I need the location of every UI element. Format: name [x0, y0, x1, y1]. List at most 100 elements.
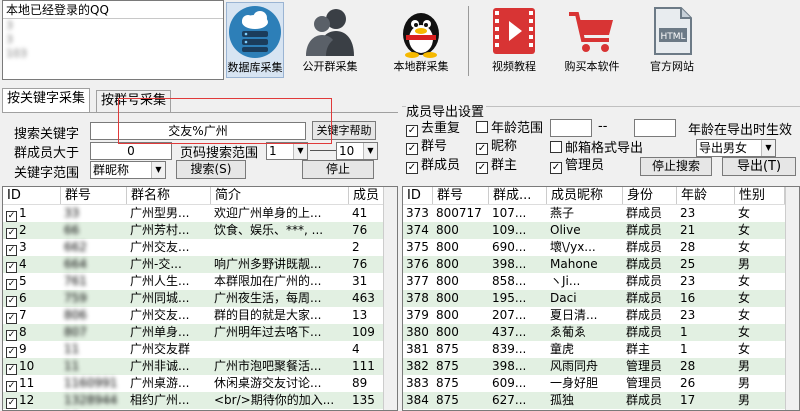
- column-header-member-nickname[interactable]: 成员昵称: [547, 187, 623, 204]
- table-row[interactable]: ✓ 9 11 广州交友群 4: [3, 341, 397, 358]
- row-checkbox[interactable]: ✓: [6, 279, 17, 290]
- age-max-input[interactable]: [634, 119, 676, 137]
- table-row[interactable]: 374 800 109... Olive 群成员 21 女: [403, 222, 799, 239]
- cell-age: 28: [680, 240, 696, 254]
- gender-export-select[interactable]: 导出男女 ▼: [696, 139, 776, 157]
- tab-keyword-collect[interactable]: 按关键字采集: [2, 88, 91, 113]
- checkbox-checked-icon: ✓: [406, 125, 418, 137]
- table-row[interactable]: 376 800 398... Mahone 群成员 25 男: [403, 256, 799, 273]
- range-dash: [310, 150, 336, 151]
- row-checkbox[interactable]: ✓: [6, 245, 17, 256]
- table-row[interactable]: ✓ 4 664 广州-交... 响广州多野讲既靓... 76: [3, 256, 397, 273]
- buy-software-button[interactable]: 购买本软件: [560, 2, 624, 78]
- table-row[interactable]: 383 875 609... 一身好胆 管理员 26 男: [403, 375, 799, 392]
- page-range-label: 页码搜索范围: [180, 146, 259, 161]
- row-checkbox[interactable]: ✓: [6, 330, 17, 341]
- row-checkbox[interactable]: ✓: [6, 398, 17, 409]
- qq-list-item[interactable]: 103: [3, 47, 223, 61]
- row-checkbox[interactable]: ✓: [6, 296, 17, 307]
- column-header-group-number[interactable]: 群号: [433, 187, 489, 204]
- table-row[interactable]: 375 800 690... 壞\/yx... 群成员 28 女: [403, 239, 799, 256]
- nickname-checkbox[interactable]: ✓ 昵称: [476, 139, 517, 155]
- dedupe-checkbox[interactable]: ✓ 去重复: [406, 121, 460, 137]
- member-table[interactable]: ID 群号 群成... 成员昵称 身份 年龄 性别 373 800717 107..…: [402, 186, 800, 411]
- row-checkbox[interactable]: ✓: [6, 347, 17, 358]
- owner-checkbox[interactable]: ✓ 群主: [476, 158, 517, 174]
- row-checkbox[interactable]: ✓: [6, 364, 17, 375]
- table-row[interactable]: 379 800 207... 夏日清... 群成员 23 女: [403, 307, 799, 324]
- table-row[interactable]: ✓ 6 759 广州同城... 广州夜生活，每周... 463: [3, 290, 397, 307]
- page-to-select[interactable]: 10 ▼: [336, 142, 378, 160]
- age-range-checkbox[interactable]: 年龄范围: [476, 121, 543, 137]
- public-group-collect-button[interactable]: 公开群采集: [294, 2, 366, 78]
- qq-list-header: 本地已经登录的QQ: [3, 1, 223, 19]
- local-group-collect-button[interactable]: 本地群采集: [390, 2, 452, 78]
- age-min-input[interactable]: [550, 119, 592, 137]
- admin-label: 管理员: [565, 158, 605, 173]
- table-row[interactable]: ✓ 2 66 广州芳村... 饮食、娱乐、***, ... 76: [3, 222, 397, 239]
- table-row[interactable]: ✓ 3 662 广州交友... 2: [3, 239, 397, 256]
- table-row[interactable]: ✓ 8 807 广州单身... 广州明年过去咯下... 109: [3, 324, 397, 341]
- table-row[interactable]: ✓ 11 1160991 广州桌游... 休闲桌游交友讨论... 89: [3, 375, 397, 392]
- column-header-member-qq[interactable]: 群成...: [489, 187, 547, 204]
- keyword-scope-select[interactable]: 群昵称 ▼: [90, 161, 166, 179]
- vertical-scrollbar[interactable]: [785, 187, 799, 410]
- row-checkbox[interactable]: ✓: [6, 228, 17, 239]
- database-collect-button[interactable]: 数据库采集: [226, 2, 284, 78]
- cell-group-number: 66: [64, 223, 80, 237]
- group-number-checkbox[interactable]: ✓ 群号: [406, 139, 447, 155]
- column-header-group-name[interactable]: 群名称: [127, 187, 211, 204]
- database-collect-label: 数据库采集: [227, 61, 283, 74]
- cell-role: 群成员: [626, 206, 663, 220]
- cell-group-number: 1160991: [64, 376, 118, 390]
- group-table[interactable]: ID 群号 群名称 简介 成员 ✓ 1 33 广州型男... 欢迎广州单身的上... 41…: [2, 186, 398, 411]
- email-format-checkbox[interactable]: 邮箱格式导出: [550, 141, 643, 157]
- column-header-id[interactable]: ID: [403, 187, 433, 204]
- table-row[interactable]: 382 875 398... 风雨同舟 管理员 28 男: [403, 358, 799, 375]
- members-greater-label: 群成员大于: [14, 146, 80, 161]
- checkbox-checked-icon: ✓: [550, 162, 562, 174]
- vertical-scrollbar[interactable]: [383, 187, 397, 410]
- logged-in-qq-list[interactable]: 本地已经登录的QQ 3 3 103: [2, 0, 224, 80]
- row-checkbox[interactable]: ✓: [6, 381, 17, 392]
- cell-member-qq: 609...: [492, 376, 527, 390]
- table-row[interactable]: ✓ 5 761 广州人生... 本群限加在广州的... 31: [3, 273, 397, 290]
- table-row[interactable]: 378 800 195... Daci 群成员 16 女: [403, 290, 799, 307]
- stop-search-button[interactable]: 停止搜索: [640, 157, 712, 176]
- official-site-button[interactable]: HTML 官方网站: [640, 2, 704, 78]
- row-checkbox[interactable]: ✓: [6, 211, 17, 222]
- column-header-intro[interactable]: 简介: [211, 187, 349, 204]
- column-header-members[interactable]: 成员: [349, 187, 385, 204]
- column-header-age[interactable]: 年龄: [677, 187, 735, 204]
- video-tutorial-button[interactable]: 视频教程: [484, 2, 544, 78]
- table-row[interactable]: ✓ 1 33 广州型男... 欢迎广州单身的上... 41: [3, 205, 397, 222]
- table-row[interactable]: ✓ 12 1328944 相约广州... <br/>期待你的加入... 135: [3, 392, 397, 409]
- cell-members: 89: [352, 376, 368, 390]
- members-greater-input[interactable]: 0: [90, 142, 172, 160]
- cell-members: 4: [352, 342, 360, 356]
- cell-group-number: 662: [64, 240, 87, 254]
- table-row[interactable]: 381 875 839... 童虎 群主 1 女: [403, 341, 799, 358]
- export-button[interactable]: 导出(T): [722, 157, 796, 176]
- qq-list-item[interactable]: 3: [3, 19, 223, 33]
- admin-checkbox[interactable]: ✓ 管理员: [550, 158, 604, 174]
- column-header-gender[interactable]: 性别: [735, 187, 785, 204]
- page-from-select[interactable]: 1 ▼: [266, 142, 308, 160]
- column-header-id[interactable]: ID: [3, 187, 61, 204]
- table-row[interactable]: ✓ 10 11 广州非诚... 广州市泡吧聚餐活... 111: [3, 358, 397, 375]
- qq-list-item[interactable]: 3: [3, 33, 223, 47]
- table-row[interactable]: 377 800 858... ヽJi... 群成员 23 女: [403, 273, 799, 290]
- column-header-role[interactable]: 身份: [623, 187, 677, 204]
- table-row[interactable]: ✓ 7 806 广州交友... 群的目的就是大家... 13: [3, 307, 397, 324]
- table-row[interactable]: 373 800717 107... 燕子 群成员 23 女: [403, 205, 799, 222]
- member-checkbox[interactable]: ✓ 群成员: [406, 158, 460, 174]
- table-row[interactable]: 384 875 627... 孤独 群成员 17 男: [403, 392, 799, 409]
- row-checkbox[interactable]: ✓: [6, 262, 17, 273]
- nickname-label: 昵称: [491, 139, 518, 154]
- row-checkbox[interactable]: ✓: [6, 313, 17, 324]
- column-header-group-number[interactable]: 群号: [61, 187, 127, 204]
- table-row[interactable]: 380 800 437... ゑ葡ゑ 群成员 1 女: [403, 324, 799, 341]
- row-id: 7: [19, 308, 27, 322]
- search-button[interactable]: 搜索(S): [176, 160, 246, 179]
- stop-button[interactable]: 停止: [302, 160, 374, 179]
